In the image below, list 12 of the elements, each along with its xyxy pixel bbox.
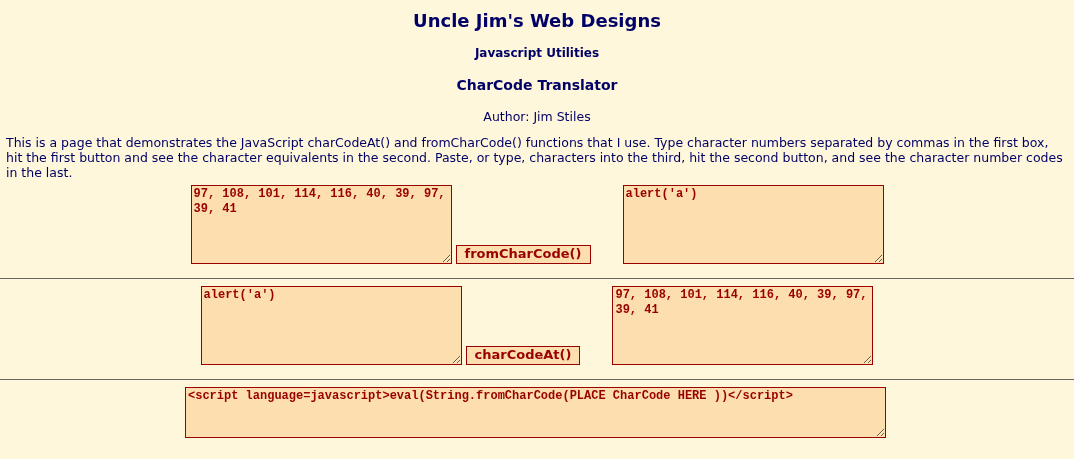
intro-paragraph: This is a page that demonstrates the JavaScript charCodeAt() and fromCharCode() functions that I use. Type character numbers separated by commas in the first box, hit the first button and see the character equivalents in the second. Paste, or type, characters into the third, hit the second button, and see the character number codes in the last. [5,134,1064,180]
output-field[interactable]: 97, 108, 101, 114, 116, 40, 39, 97, 39, 41 [612,285,874,365]
page-subtitle: Javascript Utilities [474,45,600,62]
convert-button[interactable]: charCodeAt() [465,345,581,365]
page-title: Uncle Jim's Web Designs [413,10,661,32]
output-field[interactable]: alert('a') [622,184,884,264]
input-field[interactable]: 97, 108, 101, 114, 116, 40, 39, 97, 39, 41 [190,184,452,264]
author-line: Author: Jim Stiles [483,108,591,126]
script-template-field[interactable]: <script language=javascript>eval(String.fromCharCode(PLACE CharCode HERE ))</script> [185,386,886,438]
tool-heading: CharCode Translator [456,76,618,95]
convert-button[interactable]: fromCharCode() [455,244,591,264]
input-field[interactable]: alert('a') [200,285,462,365]
